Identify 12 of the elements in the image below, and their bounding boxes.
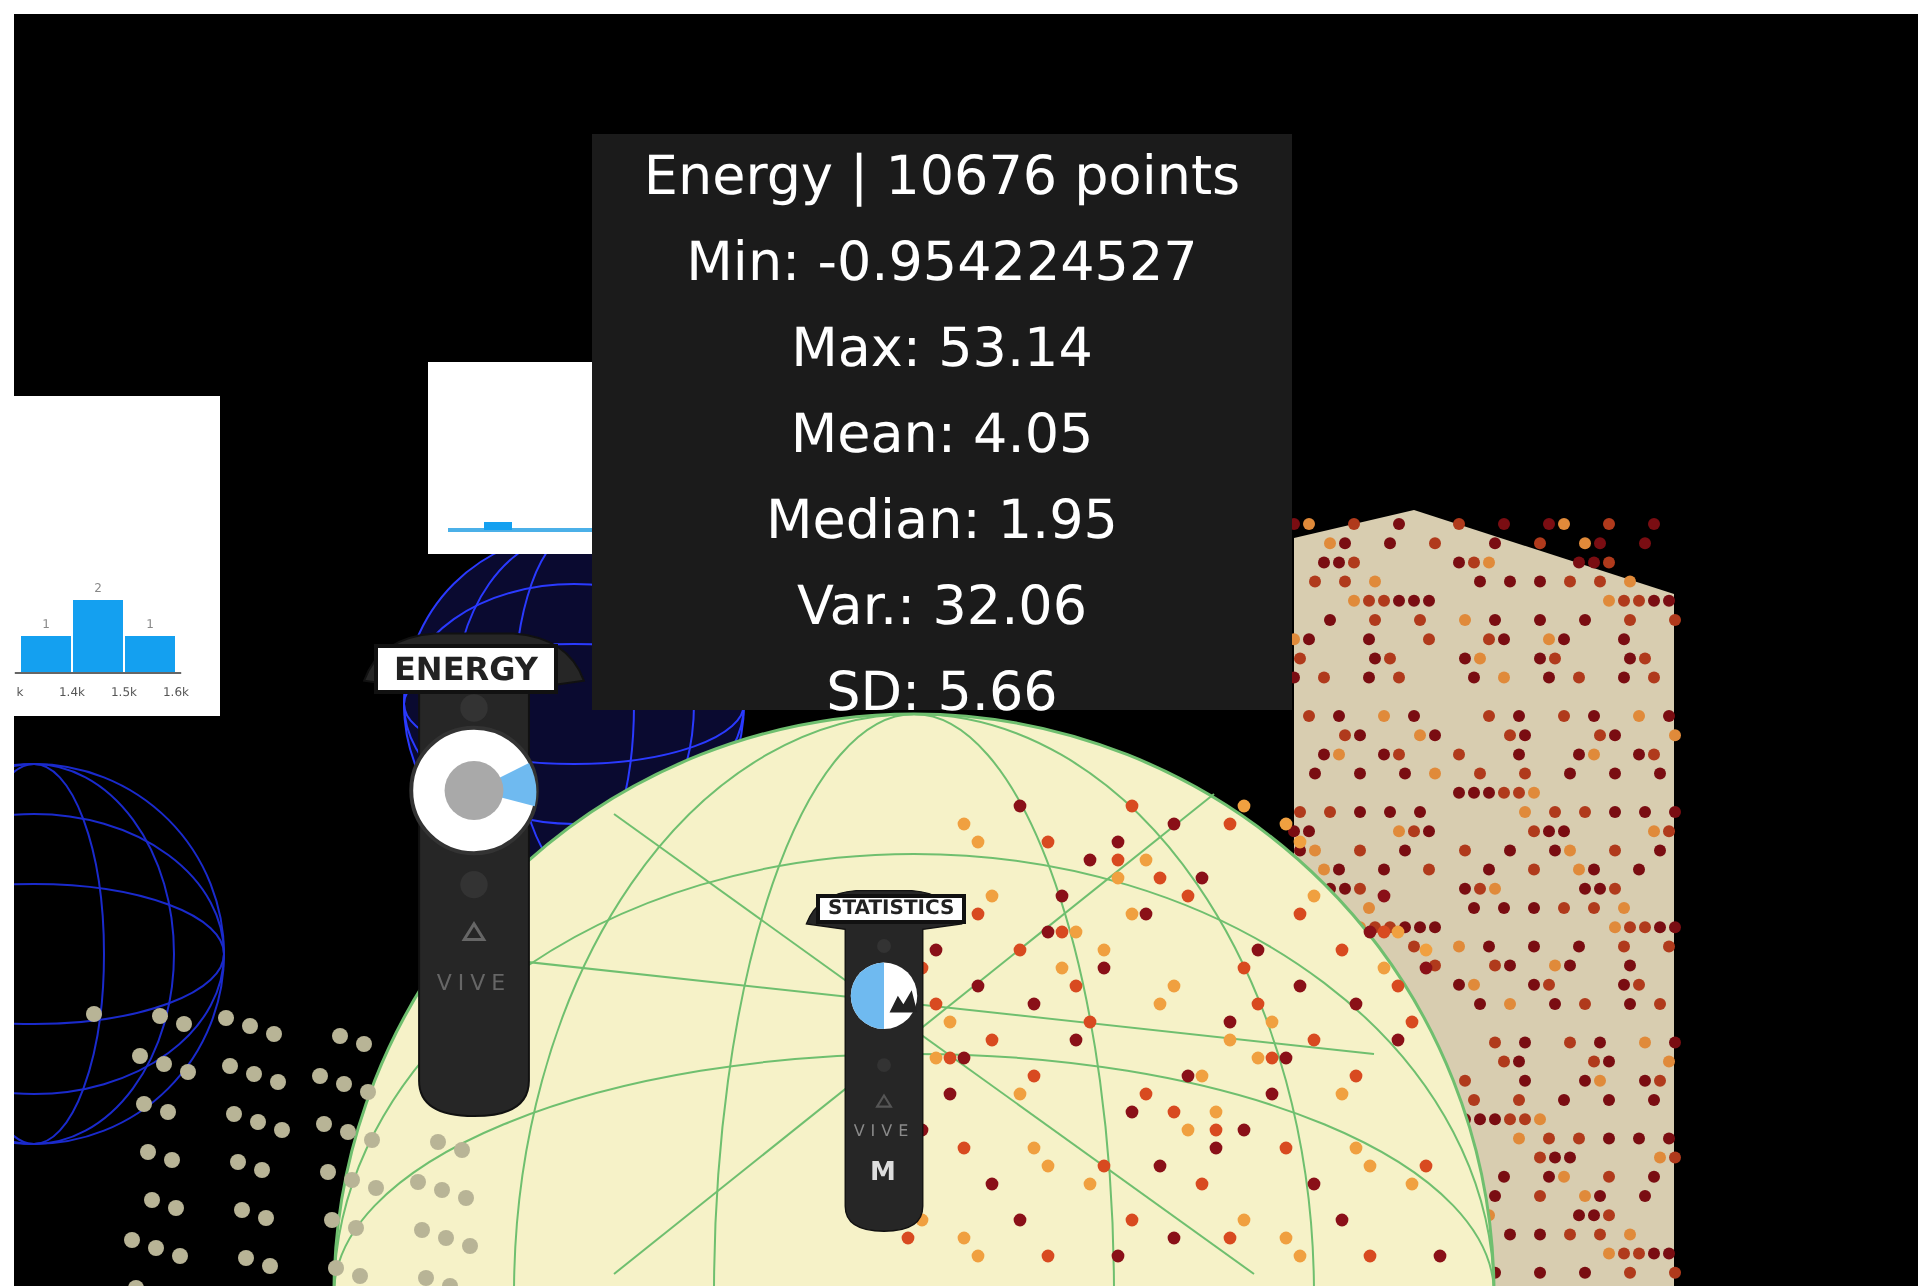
- statistic-text: Var.: 32.06: [794, 574, 1090, 642]
- brand-text: VIVE: [434, 970, 514, 996]
- statistic-text: Max: 53.14: [789, 316, 1095, 384]
- statistic-text: Min: -0.954224527: [684, 230, 1200, 298]
- menu-button[interactable]: M: [870, 1158, 896, 1188]
- statistic-text: Mean: 4.05: [788, 402, 1096, 470]
- panel-title: Energy | 10676 points: [641, 144, 1243, 212]
- statistic-text: Median: 1.95: [763, 488, 1120, 556]
- controller-label: STATISTICS: [816, 894, 967, 924]
- statistic-text: SD: 5.66: [824, 660, 1060, 728]
- controller-label: ENERGY: [374, 644, 558, 694]
- brand-text: VIVE: [851, 1122, 917, 1140]
